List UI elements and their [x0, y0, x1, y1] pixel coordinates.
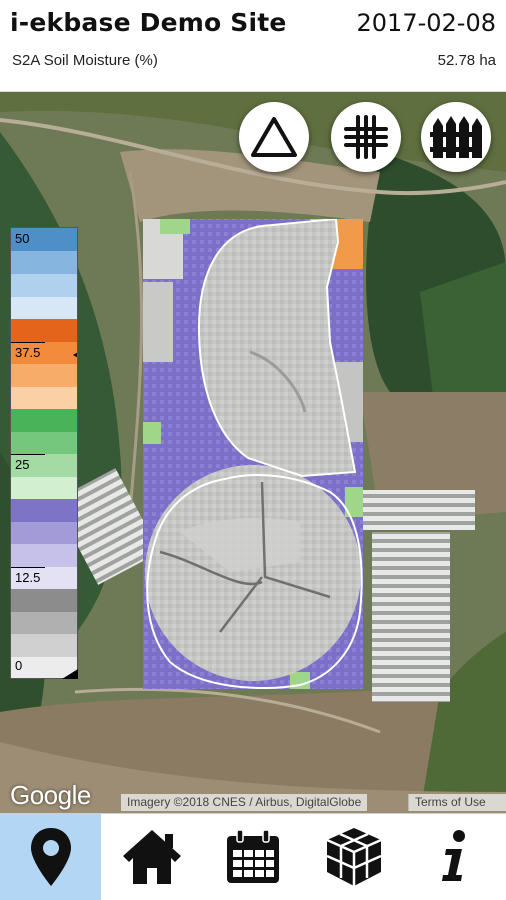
nav-item-calendar[interactable] — [202, 814, 303, 900]
fence-button[interactable] — [421, 102, 491, 172]
legend-swatch — [11, 477, 77, 499]
legend-swatch — [11, 634, 77, 657]
draw-triangle-button[interactable] — [239, 102, 309, 172]
nav-item-map[interactable] — [0, 814, 102, 900]
legend-swatch — [11, 589, 77, 612]
legend-swatch — [11, 432, 77, 454]
grid-icon — [344, 115, 388, 159]
fence-icon — [430, 116, 482, 158]
nav-item-layers[interactable] — [304, 814, 405, 900]
legend-tick-label: 12.5 — [15, 570, 41, 585]
legend-corner-mark — [62, 669, 78, 679]
legend-tick-label: 37.5 — [15, 345, 41, 360]
site-title: i-ekbase Demo Site — [10, 8, 287, 37]
legend-swatch — [11, 522, 77, 544]
legend-tick-label: 25 — [15, 457, 30, 472]
map-attribution: Imagery ©2018 CNES / Airbus, DigitalGlob… — [121, 794, 368, 811]
legend-tick-mark — [11, 454, 45, 455]
legend-tick-mark — [11, 567, 45, 568]
header: i-ekbase Demo Site 2017-02-08 S2A Soil M… — [0, 0, 506, 92]
bottom-nav — [0, 813, 506, 900]
legend-swatch — [11, 297, 77, 319]
home-icon — [122, 830, 181, 884]
legend-swatch — [11, 499, 77, 522]
legend-tick-mark — [11, 342, 45, 343]
layer-name[interactable]: S2A Soil Moisture (%) — [12, 52, 158, 69]
calendar-icon — [227, 829, 279, 883]
legend-swatch — [11, 387, 77, 409]
legend-swatch — [11, 409, 77, 432]
info-icon — [442, 830, 466, 881]
legend-swatch — [11, 364, 77, 387]
nav-item-home[interactable] — [101, 814, 202, 900]
legend-swatch — [11, 251, 77, 274]
legend-tick-label: 0 — [15, 658, 23, 673]
area-label: 52.78 ha — [437, 52, 496, 69]
terms-of-use-link[interactable]: Terms of Use — [408, 794, 506, 811]
cubes-icon — [326, 828, 382, 886]
legend-swatch — [11, 612, 77, 634]
moisture-legend: 50 37.5 25 12.5 0 — [10, 227, 78, 679]
triangle-draw-icon — [251, 117, 297, 157]
map-view[interactable]: 50 37.5 25 12.5 0 Google Imagery ©2018 C… — [0, 92, 506, 813]
grid-button[interactable] — [331, 102, 401, 172]
nav-item-info[interactable] — [405, 814, 506, 900]
legend-value-pointer — [73, 345, 77, 364]
legend-swatch — [11, 274, 77, 297]
legend-tick-label: 50 — [15, 231, 30, 246]
legend-swatch — [11, 319, 77, 342]
legend-swatch — [11, 544, 77, 567]
date-label[interactable]: 2017-02-08 — [357, 9, 496, 37]
google-logo: Google — [10, 780, 91, 810]
map-pin-icon — [30, 828, 71, 886]
